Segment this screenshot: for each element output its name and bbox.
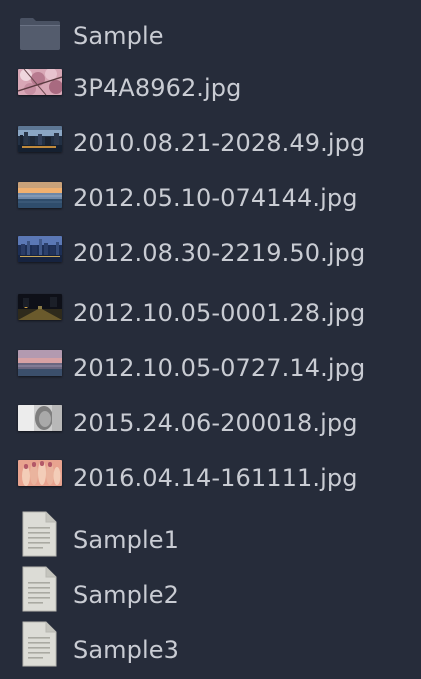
file-name: Sample: [73, 22, 164, 50]
file-item-folder-sample[interactable]: Sample: [0, 16, 421, 56]
file-item-image[interactable]: 2012.08.30-2219.50.jpg: [0, 236, 421, 276]
text-document-icon: [22, 621, 57, 667]
file-name: Sample3: [73, 636, 179, 664]
file-name: 2010.08.21-2028.49.jpg: [73, 129, 366, 157]
file-name: 2012.08.30-2219.50.jpg: [73, 239, 366, 267]
image-thumbnail-icon: [18, 182, 62, 208]
file-item-image[interactable]: 2012.10.05-0001.28.jpg: [0, 294, 421, 334]
file-name: 2012.10.05-0727.14.jpg: [73, 354, 366, 382]
file-item-image[interactable]: 3P4A8962.jpg: [0, 69, 421, 109]
file-name: Sample1: [73, 526, 179, 554]
file-name: 2015.24.06-200018.jpg: [73, 409, 358, 437]
image-thumbnail-icon: [18, 460, 62, 486]
file-item-image[interactable]: 2010.08.21-2028.49.jpg: [0, 126, 421, 166]
image-thumbnail-icon: [18, 405, 62, 431]
file-name: 2012.10.05-0001.28.jpg: [73, 299, 366, 327]
file-item-image[interactable]: 2016.04.14-161111.jpg: [0, 460, 421, 500]
file-item-image[interactable]: 2012.10.05-0727.14.jpg: [0, 350, 421, 390]
file-item-image[interactable]: 2012.05.10-074144.jpg: [0, 182, 421, 222]
file-name: Sample2: [73, 581, 179, 609]
file-item-image[interactable]: 2015.24.06-200018.jpg: [0, 405, 421, 445]
file-name: 3P4A8962.jpg: [73, 74, 242, 102]
file-list: Sample 3P4A8962.jpg 2010.08.21-2028.49.j…: [0, 0, 421, 679]
image-thumbnail-icon: [18, 236, 62, 262]
text-document-icon: [22, 566, 57, 612]
file-item-document[interactable]: Sample2: [0, 566, 421, 616]
file-item-document[interactable]: Sample1: [0, 511, 421, 561]
file-name: 2016.04.14-161111.jpg: [73, 464, 358, 492]
image-thumbnail-icon: [18, 69, 62, 95]
folder-icon: [20, 18, 60, 50]
file-item-document[interactable]: Sample3: [0, 621, 421, 671]
text-document-icon: [22, 511, 57, 557]
image-thumbnail-icon: [18, 126, 62, 152]
file-name: 2012.05.10-074144.jpg: [73, 184, 358, 212]
image-thumbnail-icon: [18, 294, 62, 320]
image-thumbnail-icon: [18, 350, 62, 376]
